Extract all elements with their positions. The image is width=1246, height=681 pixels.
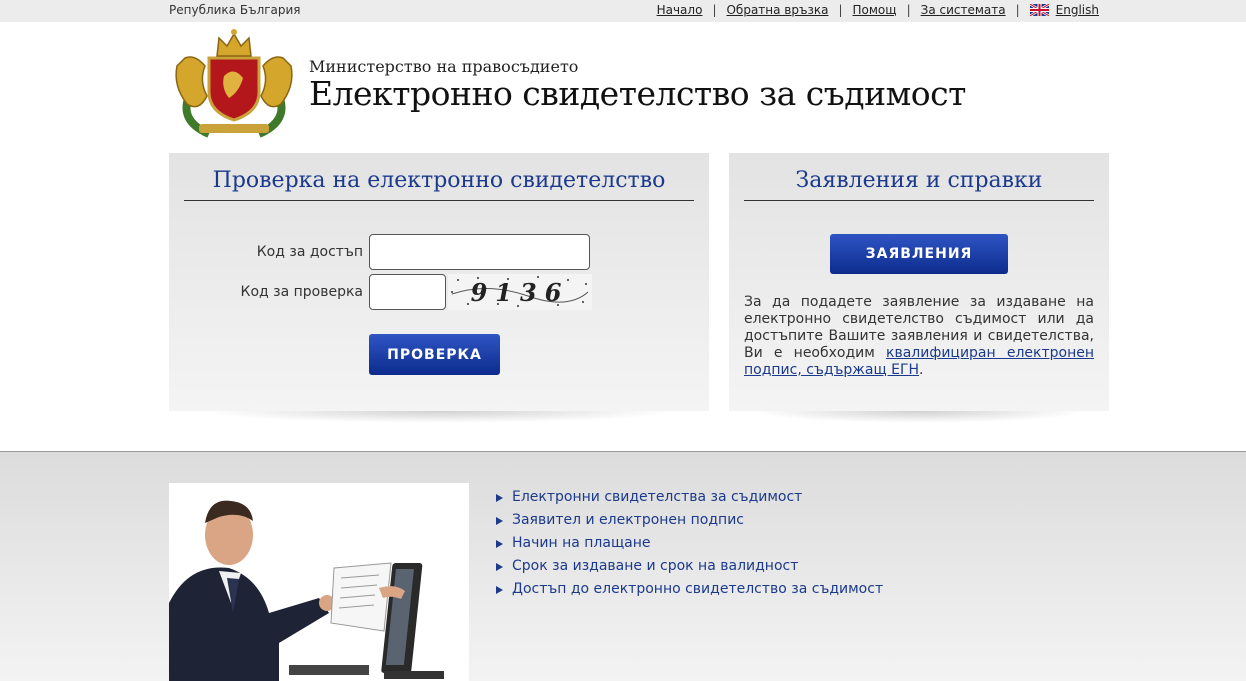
verify-code-input[interactable] bbox=[369, 274, 446, 310]
link-payment-method[interactable]: Начин на плащане bbox=[512, 532, 650, 555]
bullet-triangle-icon bbox=[496, 539, 503, 548]
nav-separator: | bbox=[712, 3, 717, 17]
bullet-triangle-icon bbox=[496, 562, 503, 571]
applications-panel: Заявления и справки ЗАЯВЛЕНИЯ За да пода… bbox=[729, 153, 1109, 411]
top-nav: Начало | Обратна връзка | Помощ | За сис… bbox=[657, 3, 1099, 17]
link-electronic-certificates[interactable]: Електронни свидетелства за съдимост bbox=[512, 486, 802, 509]
list-item: Заявител и електронен подпис bbox=[496, 509, 883, 532]
access-code-input[interactable] bbox=[369, 234, 590, 270]
nav-separator: | bbox=[906, 3, 911, 17]
info-text-end: . bbox=[919, 362, 924, 378]
bullet-triangle-icon bbox=[496, 493, 503, 502]
businessman-illustration bbox=[169, 500, 444, 681]
captcha-image: 9136 bbox=[448, 274, 592, 310]
applications-info-text: За да подадете заявление за издаване на … bbox=[744, 294, 1094, 379]
info-links-list: Електронни свидетелства за съдимост Заяв… bbox=[496, 486, 883, 601]
applications-button[interactable]: ЗАЯВЛЕНИЯ bbox=[830, 234, 1008, 274]
coat-of-arms-logo[interactable] bbox=[169, 26, 299, 138]
list-item: Начин на плащане bbox=[496, 532, 883, 555]
check-button[interactable]: ПРОВЕРКА bbox=[369, 334, 500, 375]
info-section: Електронни свидетелства за съдимост Заяв… bbox=[0, 451, 1246, 681]
bullet-triangle-icon bbox=[496, 516, 503, 525]
captcha-text: 9136 bbox=[471, 278, 570, 307]
verification-panel-title: Проверка на електронно свидетелство bbox=[184, 168, 694, 201]
access-code-row: Код за достъп bbox=[179, 234, 590, 270]
nav-home-link[interactable]: Начало bbox=[657, 3, 703, 17]
panel-shadow bbox=[749, 411, 1089, 423]
verify-code-row: Код за проверка 9136 bbox=[179, 274, 592, 310]
nav-about-link[interactable]: За системата bbox=[921, 3, 1006, 17]
businessman-photo bbox=[169, 483, 469, 681]
uk-flag-icon[interactable] bbox=[1029, 4, 1049, 16]
access-code-label: Код за достъп bbox=[256, 244, 363, 260]
site-title: Електронно свидетелство за съдимост bbox=[309, 74, 966, 113]
applications-panel-title: Заявления и справки bbox=[744, 168, 1094, 201]
country-label: Република България bbox=[169, 3, 301, 17]
nav-separator: | bbox=[1015, 3, 1020, 17]
nav-separator: | bbox=[838, 3, 843, 17]
verification-panel: Проверка на електронно свидетелство Код … bbox=[169, 153, 709, 411]
site-header: Министерство на правосъдието Електронно … bbox=[169, 22, 1109, 142]
list-item: Срок за издаване и срок на валидност bbox=[496, 555, 883, 578]
nav-feedback-link[interactable]: Обратна връзка bbox=[726, 3, 828, 17]
link-certificate-access[interactable]: Достъп до електронно свидетелство за съд… bbox=[512, 578, 883, 601]
top-bar: Република България Начало | Обратна връз… bbox=[0, 0, 1246, 22]
list-item: Достъп до електронно свидетелство за съд… bbox=[496, 578, 883, 601]
panel-shadow bbox=[199, 411, 679, 423]
nav-help-link[interactable]: Помощ bbox=[853, 3, 897, 17]
link-issue-validity-period[interactable]: Срок за издаване и срок на валидност bbox=[512, 555, 798, 578]
list-item: Електронни свидетелства за съдимост bbox=[496, 486, 883, 509]
link-applicant-signature[interactable]: Заявител и електронен подпис bbox=[512, 509, 744, 532]
language-english-link[interactable]: English bbox=[1056, 3, 1099, 17]
bullet-triangle-icon bbox=[496, 585, 503, 594]
verify-code-label: Код за проверка bbox=[240, 284, 364, 300]
